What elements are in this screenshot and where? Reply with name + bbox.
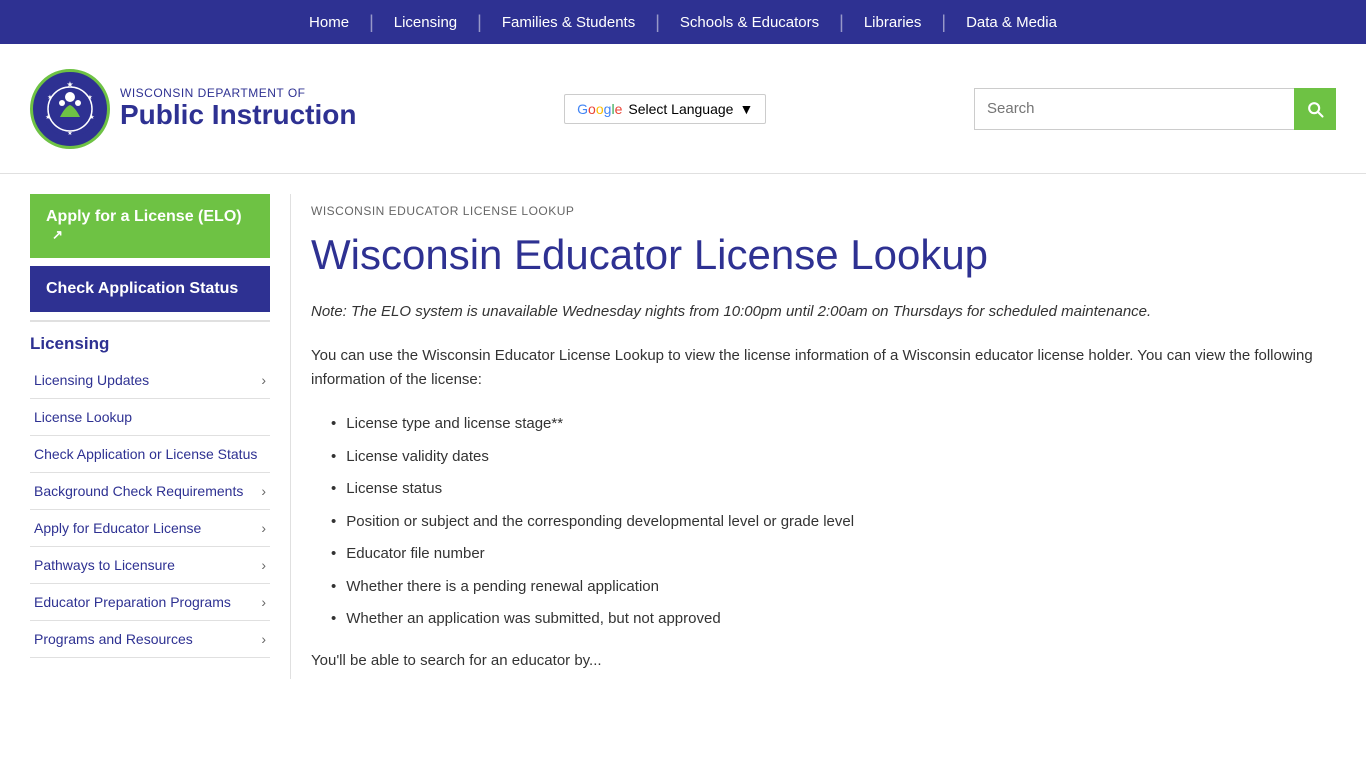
list-item: License status (331, 473, 1316, 506)
logo-bottom-text: Public Instruction (120, 100, 356, 131)
sidebar-item-label: Programs and Resources (34, 631, 193, 647)
sidebar-item-licensing-updates[interactable]: Licensing Updates › (30, 362, 270, 399)
list-item: License validity dates (331, 441, 1316, 474)
description-text: You can use the Wisconsin Educator Licen… (311, 344, 1316, 392)
check-status-button[interactable]: Check Application Status (30, 266, 270, 312)
chevron-right-icon: › (261, 557, 266, 573)
svg-text:★: ★ (66, 80, 73, 89)
list-item: Whether there is a pending renewal appli… (331, 571, 1316, 604)
apply-license-button[interactable]: Apply for a License (ELO) ↗ (30, 194, 270, 258)
chevron-right-icon: › (261, 594, 266, 610)
note-text: Note: The ELO system is unavailable Wedn… (311, 300, 1316, 324)
svg-text:★: ★ (47, 94, 52, 101)
nav-sep-2: | (477, 12, 482, 33)
search-input[interactable] (974, 88, 1294, 130)
logo-svg: ★ ★ ★ ★ ★ ★ (40, 79, 100, 139)
nav-sep-3: | (655, 12, 660, 33)
sidebar-item-check-application[interactable]: Check Application or License Status (30, 436, 270, 473)
header-center: Google Select Language ▼ (356, 94, 974, 124)
logo-circle: ★ ★ ★ ★ ★ ★ (30, 69, 110, 149)
search-button[interactable] (1294, 88, 1336, 130)
google-logo: Google (577, 101, 622, 117)
translate-label: Select Language (628, 101, 733, 117)
sidebar-item-label: Pathways to Licensure (34, 557, 175, 573)
sidebar-item-label: Check Application or License Status (34, 446, 257, 462)
sidebar-item-label: Educator Preparation Programs (34, 594, 231, 610)
list-item: Educator file number (331, 538, 1316, 571)
nav-families[interactable]: Families & Students (482, 0, 655, 44)
sidebar-item-apply-educator[interactable]: Apply for Educator License › (30, 510, 270, 547)
sidebar-item-background-check[interactable]: Background Check Requirements › (30, 473, 270, 510)
nav-sep-4: | (839, 12, 844, 33)
nav-sep-1: | (369, 12, 374, 33)
page-title: Wisconsin Educator License Lookup (311, 230, 1316, 280)
sidebar-item-label: License Lookup (34, 409, 132, 425)
breadcrumb: WISCONSIN EDUCATOR LICENSE LOOKUP (311, 204, 1316, 218)
logo-area: ★ ★ ★ ★ ★ ★ WISCONSIN DEPARTMENT OF Publ… (30, 69, 356, 149)
logo-top-text: WISCONSIN DEPARTMENT OF (120, 87, 356, 100)
list-item: Whether an application was submitted, bu… (331, 603, 1316, 636)
main-container: Apply for a License (ELO) ↗ Check Applic… (0, 174, 1366, 699)
sidebar-item-educator-prep[interactable]: Educator Preparation Programs › (30, 584, 270, 621)
sidebar-item-license-lookup[interactable]: License Lookup (30, 399, 270, 436)
list-item: License type and license stage** (331, 408, 1316, 441)
chevron-right-icon: › (261, 483, 266, 499)
chevron-right-icon: › (261, 520, 266, 536)
nav-sep-5: | (941, 12, 946, 33)
translate-chevron-icon: ▼ (739, 101, 753, 117)
nav-data[interactable]: Data & Media (946, 0, 1077, 44)
nav-home[interactable]: Home (289, 0, 369, 44)
main-content: WISCONSIN EDUCATOR LICENSE LOOKUP Wiscon… (290, 194, 1336, 679)
nav-schools[interactable]: Schools & Educators (660, 0, 839, 44)
list-item: Position or subject and the correspondin… (331, 506, 1316, 539)
bullet-list: License type and license stage** License… (331, 408, 1316, 636)
external-link-icon: ↗ (52, 227, 63, 242)
translate-button[interactable]: Google Select Language ▼ (564, 94, 766, 124)
svg-text:★: ★ (87, 94, 92, 101)
sidebar-item-programs-resources[interactable]: Programs and Resources › (30, 621, 270, 658)
svg-text:★: ★ (45, 114, 50, 121)
sidebar-item-pathways[interactable]: Pathways to Licensure › (30, 547, 270, 584)
svg-text:★: ★ (89, 114, 94, 121)
top-navigation: Home | Licensing | Families & Students |… (0, 0, 1366, 44)
sidebar-item-label: Apply for Educator License (34, 520, 201, 536)
apply-license-label: Apply for a License (ELO) (46, 208, 242, 225)
chevron-right-icon: › (261, 631, 266, 647)
check-status-label: Check Application Status (46, 280, 238, 297)
footer-text: You'll be able to search for an educator… (311, 652, 1316, 669)
nav-licensing[interactable]: Licensing (374, 0, 477, 44)
logo-text: WISCONSIN DEPARTMENT OF Public Instructi… (120, 87, 356, 131)
header-right (974, 88, 1336, 130)
nav-libraries[interactable]: Libraries (844, 0, 942, 44)
sidebar: Apply for a License (ELO) ↗ Check Applic… (30, 194, 270, 679)
site-header: ★ ★ ★ ★ ★ ★ WISCONSIN DEPARTMENT OF Publ… (0, 44, 1366, 174)
sidebar-item-label: Licensing Updates (34, 372, 149, 388)
search-icon (1305, 99, 1325, 119)
svg-text:★: ★ (67, 130, 72, 137)
chevron-right-icon: › (261, 372, 266, 388)
sidebar-section-title: Licensing (30, 320, 270, 362)
sidebar-item-label: Background Check Requirements (34, 483, 243, 499)
